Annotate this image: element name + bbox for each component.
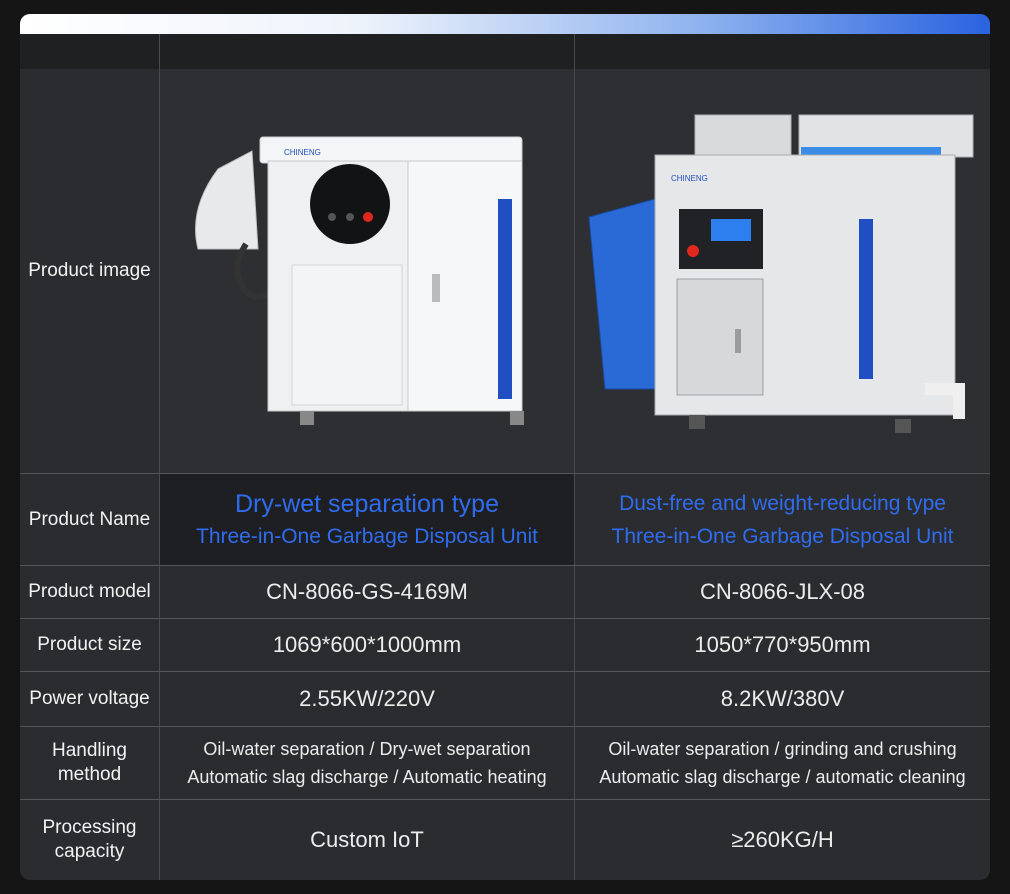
capacity-value-1: Custom IoT [310,827,424,852]
row-divider [20,473,990,474]
row-label-capacity-line1: Processing [42,817,137,838]
row-label-handling: Handling method [20,727,159,799]
handling-value-2-line2: Automatic slag discharge / automatic cle… [599,767,966,787]
size-value-1: 1069*600*1000mm [272,632,462,657]
row-divider [20,565,990,566]
comparison-table: Product image CHINENG CHINENG Product Na… [20,14,990,880]
row-divider [20,726,990,727]
column-divider [159,34,160,880]
row-divider [20,799,990,800]
handling-value-2: Oil-water separation / grinding and crus… [575,727,990,799]
row-label-name: Product Name [28,508,151,530]
product-name-2-line1: Dust-free and weight-reducing type [619,491,946,515]
capacity-value-2: ≥260KG/H [731,827,834,852]
product-name-2: Dust-free and weight-reducing type Three… [575,474,990,565]
handling-value-1: Oil-water separation / Dry-wet separatio… [160,727,574,799]
voltage-value-1: 2.55KW/220V [299,686,435,711]
row-label-voltage: Power voltage [29,688,150,709]
top-gradient-bar [20,14,990,34]
brand-logo-1: CHINENG [284,148,321,157]
row-divider [20,671,990,672]
row-label-capacity: Processing capacity [20,800,159,880]
product-name-1: Dry-wet separation type Three-in-One Gar… [160,474,574,565]
row-label-handling-line1: Handling [52,740,127,761]
product-image-2: CHINENG [575,69,990,473]
row-label-model: Product model [28,581,151,602]
row-label-capacity-line2: capacity [54,841,125,862]
model-value-2: CN-8066-JLX-08 [699,579,866,604]
handling-value-1-line2: Automatic slag discharge / Automatic hea… [187,767,547,787]
brand-logo-2: CHINENG [671,174,708,183]
column-divider [574,34,575,880]
row-divider [20,618,990,619]
handling-value-1-line1: Oil-water separation / Dry-wet separatio… [203,739,531,759]
model-value-1: CN-8066-GS-4169M [266,579,468,604]
row-label-size: Product size [37,634,142,655]
header-row [20,34,990,69]
voltage-value-2: 8.2KW/380V [720,686,845,711]
size-value-2: 1050*770*950mm [694,632,871,657]
product-name-2-line2: Three-in-One Garbage Disposal Unit [611,524,954,548]
row-label-handling-line2: method [57,764,122,785]
product-name-1-line2: Three-in-One Garbage Disposal Unit [196,524,538,548]
product-image-1: CHINENG [160,69,574,473]
row-label-image: Product image [28,260,151,281]
machine-1-illustration: CHINENG [195,136,524,425]
handling-value-2-line1: Oil-water separation / grinding and crus… [608,739,957,759]
product-name-1-line1: Dry-wet separation type [234,489,499,518]
machine-2-illustration: CHINENG [588,114,974,433]
